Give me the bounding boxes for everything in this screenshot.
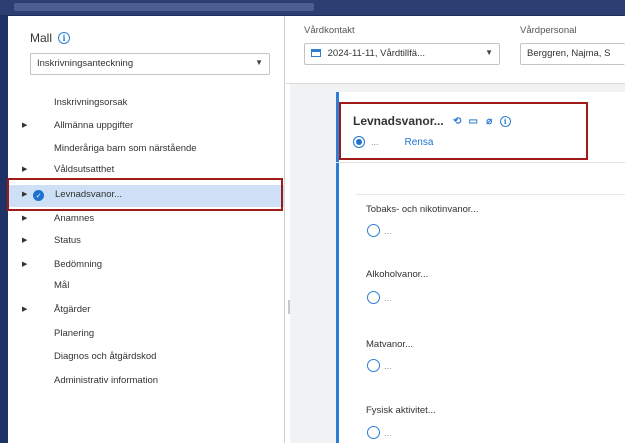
expand-arrow-icon[interactable]: ▶ bbox=[22, 305, 27, 313]
sidebar-item-allmanna-uppgifter[interactable]: ▶ Allmänna uppgifter bbox=[8, 116, 285, 138]
section-divider bbox=[336, 162, 625, 163]
vardpersonal-select[interactable]: Berggren, Najma, S bbox=[520, 43, 625, 65]
sidebar-item-label: Minderåriga barn som närstående bbox=[54, 143, 197, 154]
vardpersonal-value: Berggren, Najma, S bbox=[527, 48, 611, 59]
sidebar-item-label: Inskrivningsorsak bbox=[54, 97, 128, 108]
expand-arrow-icon[interactable]: ▶ bbox=[22, 236, 27, 244]
template-select[interactable]: Inskrivningsanteckning ▼ bbox=[30, 53, 270, 75]
sidebar-item-planering[interactable]: Planering bbox=[8, 324, 285, 346]
sidebar-item-anamnes[interactable]: ▶ Anamnes bbox=[8, 209, 285, 231]
sidebar-item-minderariga-barn[interactable]: Minderåriga barn som närstående bbox=[8, 139, 285, 161]
sidebar-item-inskrivningsorsak[interactable]: Inskrivningsorsak bbox=[8, 93, 285, 115]
sidebar-item-label: Planering bbox=[54, 328, 95, 339]
sidebar-item-diagnos[interactable]: Diagnos och åtgärdskod bbox=[8, 347, 285, 369]
sidebar-item-label: Bedömning bbox=[54, 259, 103, 270]
window-title bbox=[14, 3, 314, 11]
mall-title: Mall bbox=[30, 31, 53, 45]
sidebar-item-administrativ-information[interactable]: Administrativ information bbox=[8, 371, 285, 393]
subsection-value: ... bbox=[384, 360, 392, 371]
vardkontakt-value: 2024-11-11, Vårdtillfä... bbox=[327, 48, 425, 59]
sidebar-item-bedomning[interactable]: ▶ Bedömning bbox=[8, 255, 285, 277]
info-icon[interactable]: i bbox=[58, 32, 71, 44]
sidebar-item-label: Administrativ information bbox=[54, 375, 159, 386]
radio-button[interactable] bbox=[367, 224, 380, 237]
sidebar-item-label: Åtgärder bbox=[54, 304, 91, 315]
template-select-value: Inskrivningsanteckning bbox=[37, 58, 134, 69]
section-highlight bbox=[339, 102, 588, 160]
subsection-value: ... bbox=[384, 292, 392, 303]
mall-heading: Mall i bbox=[30, 31, 71, 45]
subsection-value: ... bbox=[384, 225, 392, 236]
expand-arrow-icon[interactable]: ▶ bbox=[22, 165, 27, 173]
expand-arrow-icon[interactable]: ▶ bbox=[22, 214, 27, 222]
sidebar-item-label: Anamnes bbox=[54, 213, 95, 224]
record-header: Vårdkontakt 2024-11-11, Vårdtillfä... ▼ … bbox=[286, 16, 625, 84]
subsection-tobak-radio[interactable]: ... bbox=[367, 224, 392, 237]
sidebar-item-label: Mål bbox=[54, 280, 70, 291]
expand-arrow-icon[interactable]: ▶ bbox=[22, 260, 27, 268]
sidebar-item-label: Våldsutsatthet bbox=[54, 164, 115, 175]
sidebar-item-atgarder[interactable]: ▶ Åtgärder bbox=[8, 300, 285, 322]
radio-button[interactable] bbox=[367, 359, 380, 372]
sidebar-item-mal[interactable]: Mål bbox=[8, 276, 285, 298]
subsection-matvanor-label: Matvanor... bbox=[366, 339, 413, 350]
subsection-matvanor-radio[interactable]: ... bbox=[367, 359, 392, 372]
subsection-alkohol-radio[interactable]: ... bbox=[367, 291, 392, 304]
subsection-tobak-label: Tobaks- och nikotinvanor... bbox=[366, 204, 479, 215]
sidebar-item-label: Allmänna uppgifter bbox=[54, 120, 134, 131]
radio-button[interactable] bbox=[367, 426, 380, 439]
radio-button[interactable] bbox=[367, 291, 380, 304]
vardkontakt-label: Vårdkontakt bbox=[304, 25, 355, 36]
subsection-fysisk-radio[interactable]: ... bbox=[367, 426, 392, 439]
sidebar-item-label: Status bbox=[54, 235, 81, 246]
subsection-value: ... bbox=[384, 427, 392, 438]
calendar-icon bbox=[311, 49, 321, 57]
sidebar-item-label: Diagnos och åtgärdskod bbox=[54, 351, 157, 362]
divider bbox=[356, 194, 625, 195]
subsection-fysisk-label: Fysisk aktivitet... bbox=[366, 405, 436, 416]
window-title-bar bbox=[0, 0, 625, 16]
chevron-down-icon: ▼ bbox=[485, 48, 493, 57]
active-item-highlight bbox=[7, 178, 283, 211]
sidebar-item-status[interactable]: ▶ Status bbox=[8, 231, 285, 253]
expand-arrow-icon[interactable]: ▶ bbox=[22, 121, 27, 129]
vardpersonal-label: Vårdpersonal bbox=[520, 25, 577, 36]
vardkontakt-select[interactable]: 2024-11-11, Vårdtillfä... ▼ bbox=[304, 43, 500, 65]
subsection-alkohol-label: Alkoholvanor... bbox=[366, 269, 429, 280]
app-left-edge bbox=[0, 16, 8, 443]
chevron-down-icon: ▼ bbox=[255, 58, 263, 67]
